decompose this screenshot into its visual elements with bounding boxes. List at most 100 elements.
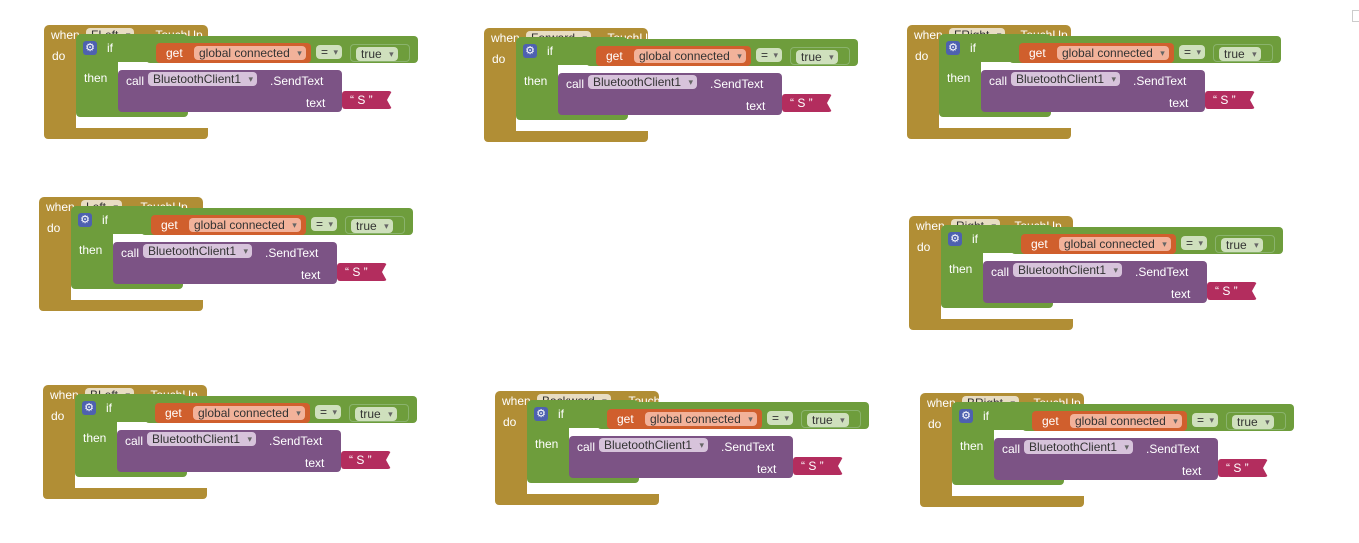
string-value: “ S ” xyxy=(1213,93,1236,107)
variable-dropdown[interactable]: global connected xyxy=(645,412,757,426)
if-block-spine xyxy=(76,62,118,112)
boolean-block[interactable]: true xyxy=(345,216,405,234)
method-name: .SendText xyxy=(721,440,775,454)
call-sendtext-block[interactable]: call BluetoothClient1 .SendText text xyxy=(117,430,341,472)
boolean-dropdown[interactable]: true xyxy=(1232,415,1274,429)
get-variable-block[interactable]: get global connected xyxy=(607,409,762,429)
call-sendtext-block[interactable]: call BluetoothClient1 .SendText text xyxy=(113,242,337,284)
call-sendtext-block[interactable]: call BluetoothClient1 .SendText text xyxy=(994,438,1218,480)
boolean-dropdown[interactable]: true xyxy=(796,50,838,64)
call-keyword: call xyxy=(991,265,1010,279)
variable-dropdown[interactable]: global connected xyxy=(1057,46,1169,60)
gear-icon[interactable]: ⚙ xyxy=(78,213,92,227)
text-string-block[interactable]: “ S ” xyxy=(793,457,843,475)
boolean-block[interactable]: true xyxy=(350,44,410,62)
gear-icon[interactable]: ⚙ xyxy=(82,401,96,415)
get-variable-block[interactable]: get global connected xyxy=(151,215,306,235)
operator-dropdown[interactable]: = xyxy=(316,45,343,59)
event-block-backward[interactable]: when do Backward .TouchUp ⚙ if then get … xyxy=(495,391,870,511)
boolean-dropdown[interactable]: true xyxy=(356,47,398,61)
operator-dropdown[interactable]: = xyxy=(315,405,342,419)
get-variable-block[interactable]: get global connected xyxy=(1021,234,1176,254)
bluetooth-component-dropdown[interactable]: BluetoothClient1 xyxy=(148,72,258,86)
bluetooth-component-dropdown[interactable]: BluetoothClient1 xyxy=(147,432,257,446)
get-variable-block[interactable]: get global connected xyxy=(155,403,310,423)
operator-dropdown[interactable]: = xyxy=(1192,413,1219,427)
then-keyword: then xyxy=(79,243,103,257)
call-sendtext-block[interactable]: call BluetoothClient1 .SendText text xyxy=(558,73,782,115)
call-sendtext-block[interactable]: call BluetoothClient1 .SendText text xyxy=(983,261,1207,303)
event-block-left[interactable]: when do Left .TouchUp ⚙ if then get glob… xyxy=(39,197,414,317)
do-keyword: do xyxy=(52,49,66,63)
boolean-block[interactable]: true xyxy=(1213,44,1273,62)
text-argument-label: text xyxy=(306,96,326,110)
bluetooth-component-dropdown[interactable]: BluetoothClient1 xyxy=(588,75,698,89)
bluetooth-component-dropdown[interactable]: BluetoothClient1 xyxy=(1024,440,1134,454)
blocks-workspace[interactable]: when do FLeft .TouchUp ⚙ if then get glo… xyxy=(0,0,1359,543)
bluetooth-component-dropdown[interactable]: BluetoothClient1 xyxy=(1011,72,1121,86)
if-keyword: if xyxy=(107,41,113,55)
event-block-right[interactable]: when do Right .TouchUp ⚙ if then get glo… xyxy=(909,216,1284,336)
get-variable-block[interactable]: get global connected xyxy=(1019,43,1174,63)
boolean-dropdown[interactable]: true xyxy=(351,219,393,233)
gear-icon[interactable]: ⚙ xyxy=(959,409,973,423)
text-string-block[interactable]: “ S ” xyxy=(337,263,387,281)
boolean-dropdown[interactable]: true xyxy=(1219,47,1261,61)
gear-icon[interactable]: ⚙ xyxy=(534,407,548,421)
get-variable-block[interactable]: get global connected xyxy=(156,43,311,63)
operator-slot: = xyxy=(1187,411,1225,431)
event-block-fleft[interactable]: when do FLeft .TouchUp ⚙ if then get glo… xyxy=(44,25,419,145)
call-sendtext-block[interactable]: call BluetoothClient1 .SendText text xyxy=(569,436,793,478)
boolean-block[interactable]: true xyxy=(1226,412,1286,430)
if-keyword: if xyxy=(983,409,989,423)
get-variable-block[interactable]: get global connected xyxy=(1032,411,1187,431)
variable-dropdown[interactable]: global connected xyxy=(193,406,305,420)
variable-dropdown[interactable]: global connected xyxy=(1059,237,1171,251)
text-string-block[interactable]: “ S ” xyxy=(1205,91,1255,109)
text-string-block[interactable]: “ S ” xyxy=(341,451,391,469)
call-sendtext-block[interactable]: call BluetoothClient1 .SendText text xyxy=(118,70,342,112)
string-value: “ S ” xyxy=(1226,461,1249,475)
boolean-block[interactable]: true xyxy=(790,47,850,65)
event-block-bright[interactable]: when do BRight .TouchUp ⚙ if then get gl… xyxy=(920,393,1295,513)
text-argument-label: text xyxy=(301,268,321,282)
bluetooth-component-dropdown[interactable]: BluetoothClient1 xyxy=(1013,263,1123,277)
variable-dropdown[interactable]: global connected xyxy=(194,46,306,60)
text-string-block[interactable]: “ S ” xyxy=(1218,459,1268,477)
bluetooth-component-dropdown[interactable]: BluetoothClient1 xyxy=(143,244,253,258)
method-name: .SendText xyxy=(265,246,319,260)
gear-icon[interactable]: ⚙ xyxy=(83,41,97,55)
gear-icon[interactable]: ⚙ xyxy=(523,44,537,58)
call-sendtext-block[interactable]: call BluetoothClient1 .SendText text xyxy=(981,70,1205,112)
bluetooth-component-dropdown[interactable]: BluetoothClient1 xyxy=(599,438,709,452)
operator-dropdown[interactable]: = xyxy=(1179,45,1206,59)
workspace-scroll-handle[interactable] xyxy=(1352,10,1359,22)
operator-slot: = xyxy=(306,215,344,235)
get-variable-block[interactable]: get global connected xyxy=(596,46,751,66)
boolean-block[interactable]: true xyxy=(801,410,861,428)
operator-dropdown[interactable]: = xyxy=(311,217,338,231)
boolean-block[interactable]: true xyxy=(1215,235,1275,253)
then-keyword: then xyxy=(535,437,559,451)
variable-dropdown[interactable]: global connected xyxy=(634,49,746,63)
call-keyword: call xyxy=(566,77,585,91)
boolean-block[interactable]: true xyxy=(349,404,409,422)
event-block-fright[interactable]: when do FRight .TouchUp ⚙ if then get gl… xyxy=(907,25,1282,145)
if-keyword: if xyxy=(106,401,112,415)
operator-dropdown[interactable]: = xyxy=(767,411,794,425)
operator-dropdown[interactable]: = xyxy=(1181,236,1208,250)
boolean-dropdown[interactable]: true xyxy=(807,413,849,427)
text-string-block[interactable]: “ S ” xyxy=(1207,282,1257,300)
event-block-forward[interactable]: when do Forward .TouchUp ⚙ if then get g… xyxy=(484,28,859,148)
boolean-dropdown[interactable]: true xyxy=(355,407,397,421)
text-string-block[interactable]: “ S ” xyxy=(782,94,832,112)
gear-icon[interactable]: ⚙ xyxy=(948,232,962,246)
gear-icon[interactable]: ⚙ xyxy=(946,41,960,55)
text-string-block[interactable]: “ S ” xyxy=(342,91,392,109)
boolean-dropdown[interactable]: true xyxy=(1221,238,1263,252)
event-block-bleft[interactable]: when do BLeft .TouchUp ⚙ if then get glo… xyxy=(43,385,418,505)
operator-dropdown[interactable]: = xyxy=(756,48,783,62)
variable-dropdown[interactable]: global connected xyxy=(1070,414,1182,428)
variable-dropdown[interactable]: global connected xyxy=(189,218,301,232)
get-keyword: get xyxy=(1042,414,1059,428)
